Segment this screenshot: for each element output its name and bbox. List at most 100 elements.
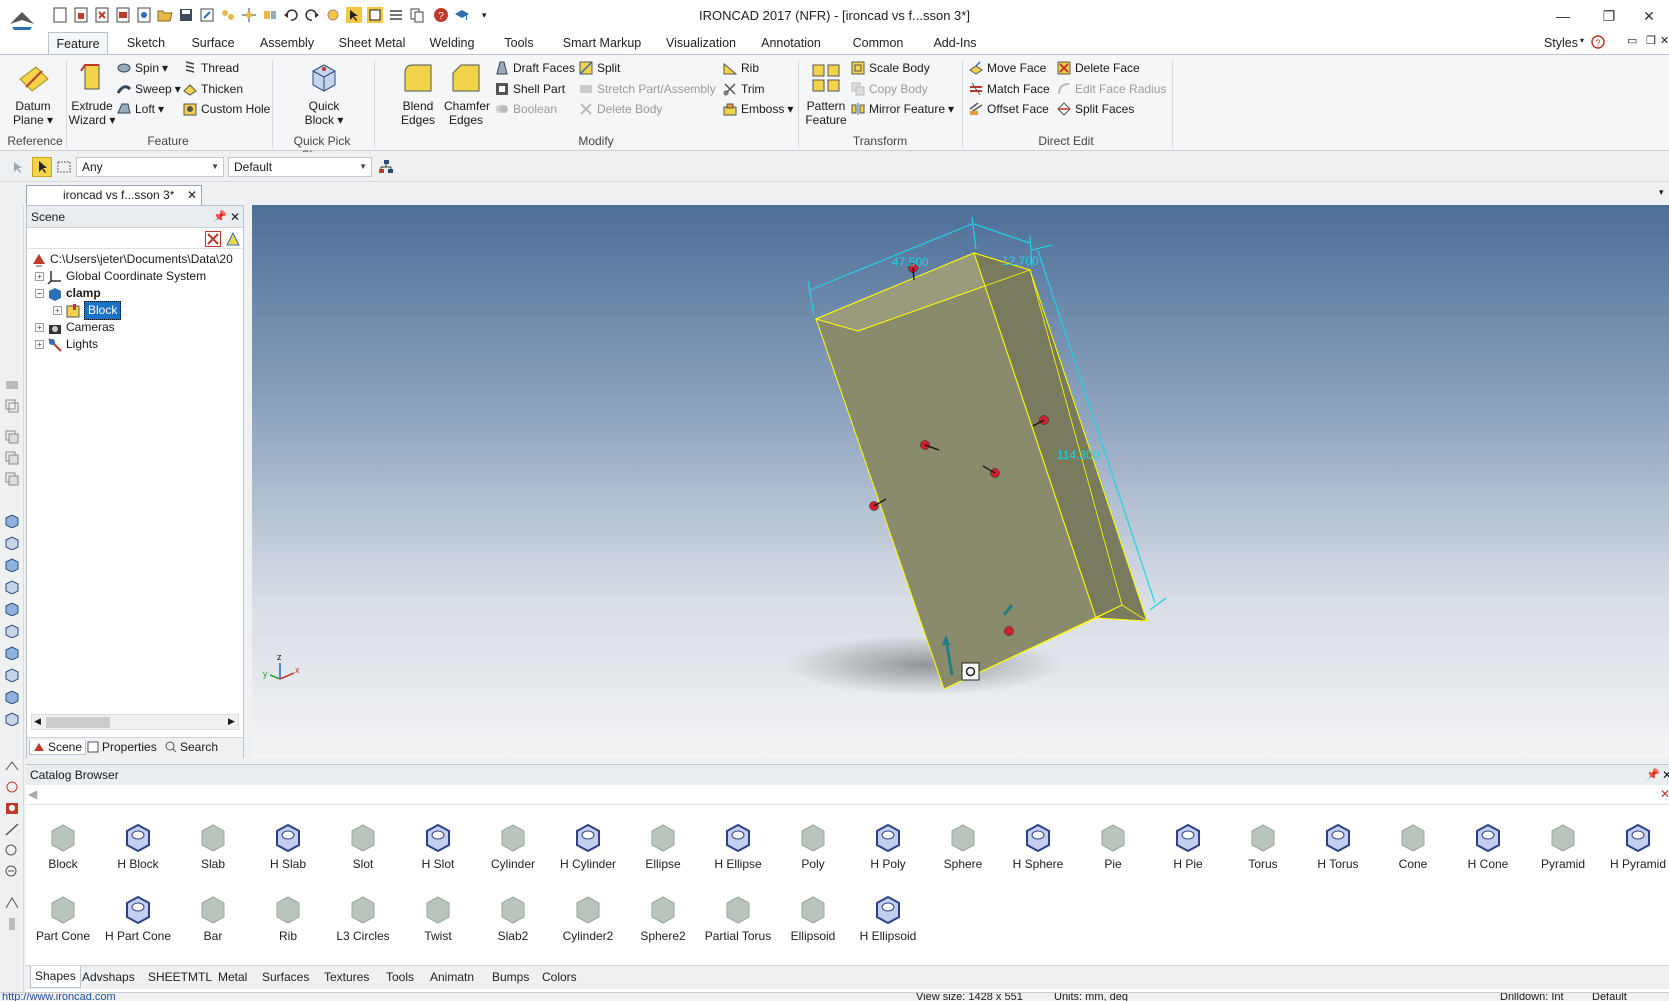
catalog-shape-pie[interactable]: Pie	[1076, 821, 1150, 871]
view-bottom-icon[interactable]	[4, 623, 20, 638]
catalog-shape-sphere[interactable]: Sphere	[926, 821, 1000, 871]
pick-tool-icon[interactable]	[10, 159, 26, 175]
catalog-shape-h-torus[interactable]: H Torus	[1301, 821, 1375, 871]
delete-face-button[interactable]: Delete Face	[1056, 58, 1140, 78]
expand-icon[interactable]: +	[35, 323, 44, 332]
clear-filter-icon[interactable]	[205, 231, 221, 247]
tree-item-block[interactable]: + Block	[53, 301, 122, 320]
catalog-shape-poly[interactable]: Poly	[776, 821, 850, 871]
tab-surface[interactable]: Surface	[183, 32, 243, 55]
back-arrow-icon[interactable]: ◀	[28, 787, 37, 801]
tab-feature[interactable]: Feature	[48, 32, 108, 55]
catalog-shape-h-cone[interactable]: H Cone	[1451, 821, 1525, 871]
close-tab-icon[interactable]: ✕	[187, 186, 197, 205]
tree-item-clamp[interactable]: − clamp	[35, 285, 101, 302]
catalog-tab-bumps[interactable]: Bumps	[492, 970, 529, 984]
ribbon-minimize-icon[interactable]: ▭	[1627, 34, 1637, 47]
catalog-shape-block[interactable]: Block	[26, 821, 100, 871]
view-front-icon[interactable]	[4, 513, 20, 528]
trim-button[interactable]: Trim	[722, 79, 765, 99]
catalog-shape-h-poly[interactable]: H Poly	[851, 821, 925, 871]
orbit-tool-icon[interactable]	[4, 779, 20, 794]
tab-common[interactable]: Common	[848, 32, 908, 55]
zoom-out-icon[interactable]	[4, 864, 20, 879]
edit-face-radius-button[interactable]: Edit Face Radius	[1056, 79, 1166, 99]
catalog-shape-h-ellipsoid[interactable]: H Ellipsoid	[851, 893, 925, 943]
sweep-button[interactable]: Sweep ▾	[116, 79, 181, 99]
catalog-shape-h-slab[interactable]: H Slab	[251, 821, 325, 871]
draft-faces-button[interactable]: Draft Faces	[494, 58, 575, 78]
move-face-button[interactable]: Move Face	[968, 58, 1046, 78]
catalog-shape-torus[interactable]: Torus	[1226, 821, 1300, 871]
view-right-icon[interactable]	[4, 557, 20, 572]
close-button[interactable]: ✕	[1626, 0, 1669, 32]
catalog-shape-pyramid[interactable]: Pyramid	[1526, 821, 1600, 871]
split-button[interactable]: Split	[578, 58, 620, 78]
catalog-shape-cylinder[interactable]: Cylinder	[476, 821, 550, 871]
catalog-shape-bar[interactable]: Bar	[176, 893, 250, 943]
catalog-tab-tools[interactable]: Tools	[386, 970, 414, 984]
document-tab[interactable]: ironcad vs f...sson 3* ✕	[26, 185, 202, 205]
stack2-icon[interactable]	[4, 450, 20, 465]
view-back-icon[interactable]	[4, 601, 20, 616]
catalog-shape-h-pie[interactable]: H Pie	[1151, 821, 1225, 871]
view-left-icon[interactable]	[4, 579, 20, 594]
chamfer-edges-button[interactable]: Chamfer Edges	[444, 61, 490, 127]
look-at-icon[interactable]	[4, 801, 20, 816]
catalog-shape-h-pyramid[interactable]: H Pyramid	[1601, 821, 1669, 871]
tab-visualization[interactable]: Visualization	[660, 32, 742, 55]
stack3-icon[interactable]	[4, 471, 20, 486]
view-iso-icon[interactable]	[4, 645, 20, 660]
emboss-button[interactable]: Emboss ▾	[722, 99, 793, 119]
tree-item-global-coordinate-system[interactable]: + Global Coordinate System	[35, 268, 206, 285]
3d-viewport[interactable]: 47.500 12.700 114.300 z x y	[252, 205, 1669, 758]
catalog-tab-sheetmtl[interactable]: SHEETMTL	[148, 970, 212, 984]
length-dimension[interactable]: 114.300	[1057, 448, 1100, 462]
pattern-feature-button[interactable]: Pattern Feature	[802, 61, 850, 127]
styles-dropdown-icon[interactable]: ▾	[1580, 36, 1584, 45]
ribbon-restore-icon[interactable]: ❐	[1646, 34, 1656, 47]
selection-filter-select[interactable]: Any ▼	[76, 157, 224, 177]
catalog-tab-shapes[interactable]: Shapes	[30, 966, 81, 988]
tab-smart-markup[interactable]: Smart Markup	[556, 32, 648, 55]
tree-root-path[interactable]: C:\Users\jeter\Documents\Data\20	[31, 251, 233, 268]
loft-button[interactable]: Loft ▾	[116, 99, 164, 119]
catalog-shape-cone[interactable]: Cone	[1376, 821, 1450, 871]
tree-item-lights[interactable]: + Lights	[35, 336, 98, 353]
catalog-shape-twist[interactable]: Twist	[401, 893, 475, 943]
light-icon[interactable]	[4, 916, 20, 931]
zoom-in-icon[interactable]	[4, 843, 20, 858]
catalog-shape-slab2[interactable]: Slab2	[476, 893, 550, 943]
tab-annotation[interactable]: Annotation	[756, 32, 826, 55]
width-dimension[interactable]: 47.500	[892, 255, 929, 269]
catalog-tab-surfaces[interactable]: Surfaces	[262, 970, 309, 984]
scale-body-button[interactable]: Scale Body	[850, 58, 930, 78]
view-fit-icon[interactable]	[4, 711, 20, 726]
boolean-button[interactable]: Boolean	[494, 99, 557, 119]
match-face-button[interactable]: Match Face	[968, 79, 1050, 99]
minimize-button[interactable]: —	[1540, 0, 1586, 32]
stack-icon[interactable]	[4, 429, 20, 444]
tab-tools[interactable]: Tools	[494, 32, 544, 55]
catalog-shape-h-ellipse[interactable]: H Ellipse	[701, 821, 775, 871]
tab-sketch[interactable]: Sketch	[118, 32, 174, 55]
styles-menu[interactable]: Styles	[1540, 32, 1582, 55]
view-dimetric-icon[interactable]	[4, 667, 20, 682]
spin-button[interactable]: Spin ▾	[116, 58, 168, 78]
properties-tab[interactable]: Properties	[87, 740, 157, 754]
scroll-right-icon[interactable]: ▶	[228, 716, 235, 727]
expand-icon[interactable]: +	[35, 340, 44, 349]
depth-dimension[interactable]: 12.700	[1002, 254, 1039, 268]
scroll-left-icon[interactable]: ◀	[34, 716, 41, 727]
view-trimetric-icon[interactable]	[4, 689, 20, 704]
catalog-shape-h-block[interactable]: H Block	[101, 821, 175, 871]
pan-tool-icon[interactable]	[4, 758, 20, 773]
catalog-shape-ellipse[interactable]: Ellipse	[626, 821, 700, 871]
anchor-icon[interactable]	[961, 662, 980, 681]
catalog-shape-ellipsoid[interactable]: Ellipsoid	[776, 893, 850, 943]
custom-hole-button[interactable]: Custom Hole	[182, 99, 270, 119]
extrude-wizard-button[interactable]: Extrude Wizard ▾	[68, 61, 116, 127]
catalog-shape-l3-circles[interactable]: L3 Circles	[326, 893, 400, 943]
expand-icon[interactable]: +	[53, 306, 62, 315]
catalog-shape-slab[interactable]: Slab	[176, 821, 250, 871]
